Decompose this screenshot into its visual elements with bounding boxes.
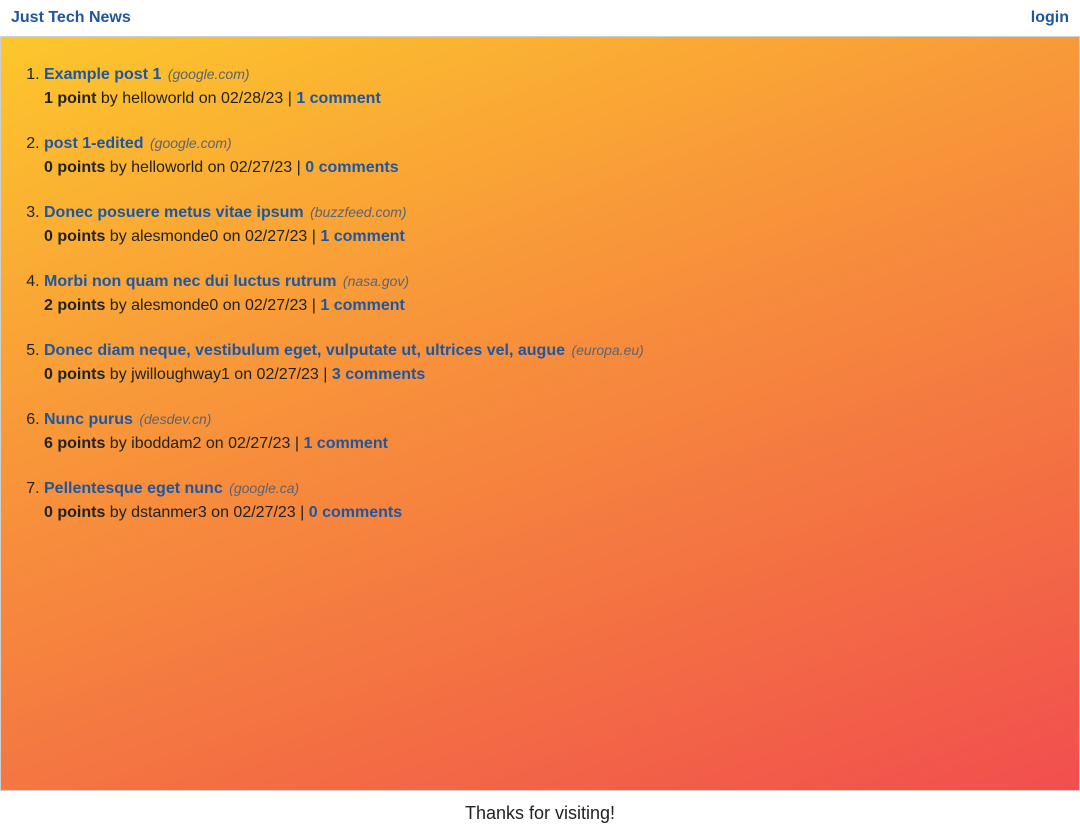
- post-meta: 1 point by helloworld on 02/28/23 | 1 co…: [44, 90, 381, 107]
- post-item: Morbi non quam nec dui luctus rutrum (na…: [44, 269, 1079, 318]
- post-title-link[interactable]: Nunc purus: [44, 411, 133, 428]
- post-list: Example post 1 (google.com) 1 point by h…: [1, 37, 1079, 525]
- post-meta: 2 points by alesmonde0 on 02/27/23 | 1 c…: [44, 297, 405, 314]
- post-comments-link[interactable]: 1 comment: [320, 228, 404, 245]
- post-points: 6 points: [44, 435, 106, 452]
- post-points: 0 points: [44, 504, 106, 521]
- post-meta: 0 points by helloworld on 02/27/23 | 0 c…: [44, 159, 399, 176]
- post-meta: 0 points by jwilloughway1 on 02/27/23 | …: [44, 366, 425, 383]
- post-title-link[interactable]: Donec posuere metus vitae ipsum: [44, 204, 304, 221]
- post-title-link[interactable]: Example post 1: [44, 66, 161, 83]
- post-title-link[interactable]: post 1-edited: [44, 135, 144, 152]
- post-byline: by dstanmer3 on 02/27/23: [109, 504, 296, 521]
- post-comments-link[interactable]: 0 comments: [309, 504, 402, 521]
- site-footer: Thanks for visiting!: [0, 791, 1080, 835]
- post-meta: 6 points by iboddam2 on 02/27/23 | 1 com…: [44, 435, 388, 452]
- post-domain: (google.com): [150, 135, 232, 151]
- post-points: 2 points: [44, 297, 106, 314]
- post-list-area: Example post 1 (google.com) 1 point by h…: [0, 37, 1080, 791]
- post-comments-link[interactable]: 0 comments: [305, 159, 398, 176]
- post-comments-link[interactable]: 1 comment: [303, 435, 387, 452]
- post-item: Nunc purus (desdev.cn) 6 points by ibodd…: [44, 407, 1079, 456]
- post-points: 1 point: [44, 90, 97, 107]
- post-meta: 0 points by alesmonde0 on 02/27/23 | 1 c…: [44, 228, 405, 245]
- post-byline: by alesmonde0 on 02/27/23: [109, 297, 308, 314]
- post-byline: by jwilloughway1 on 02/27/23: [109, 366, 319, 383]
- meta-separator: |: [294, 435, 299, 452]
- footer-text: Thanks for visiting!: [464, 802, 616, 823]
- site-header: Just Tech News login: [0, 0, 1080, 37]
- post-points: 0 points: [44, 228, 106, 245]
- post-domain: (buzzfeed.com): [310, 204, 407, 220]
- post-item: Pellentesque eget nunc (google.ca) 0 poi…: [44, 476, 1079, 525]
- post-domain: (google.com): [167, 66, 250, 82]
- post-byline: by helloworld on 02/27/23: [109, 159, 293, 176]
- post-title-link[interactable]: Donec diam neque, vestibulum eget, vulpu…: [44, 342, 565, 359]
- post-comments-link[interactable]: 3 comments: [332, 366, 425, 383]
- meta-separator: |: [296, 159, 301, 176]
- post-comments-link[interactable]: 1 comment: [320, 297, 404, 314]
- post-domain: (google.ca): [229, 480, 300, 496]
- meta-separator: |: [287, 90, 292, 107]
- post-meta: 0 points by dstanmer3 on 02/27/23 | 0 co…: [44, 504, 402, 521]
- post-item: Example post 1 (google.com) 1 point by h…: [44, 62, 1079, 111]
- meta-separator: |: [323, 366, 328, 383]
- meta-separator: |: [311, 297, 316, 314]
- post-byline: by iboddam2 on 02/27/23: [109, 435, 291, 452]
- post-byline: by alesmonde0 on 02/27/23: [109, 228, 308, 245]
- post-title-link[interactable]: Morbi non quam nec dui luctus rutrum: [44, 273, 336, 290]
- site-title-link[interactable]: Just Tech News: [11, 9, 131, 27]
- post-comments-link[interactable]: 1 comment: [296, 90, 380, 107]
- post-points: 0 points: [44, 159, 106, 176]
- login-link[interactable]: login: [1031, 9, 1069, 27]
- post-domain: (nasa.gov): [342, 273, 410, 289]
- post-title-link[interactable]: Pellentesque eget nunc: [44, 480, 223, 497]
- post-item: Donec diam neque, vestibulum eget, vulpu…: [44, 338, 1079, 387]
- post-item: post 1-edited (google.com) 0 points by h…: [44, 131, 1079, 180]
- post-domain: (desdev.cn): [139, 411, 212, 427]
- post-domain: (europa.eu): [571, 342, 644, 358]
- post-points: 0 points: [44, 366, 106, 383]
- meta-separator: |: [311, 228, 316, 245]
- post-item: Donec posuere metus vitae ipsum (buzzfee…: [44, 200, 1079, 249]
- meta-separator: |: [300, 504, 305, 521]
- post-byline: by helloworld on 02/28/23: [100, 90, 284, 107]
